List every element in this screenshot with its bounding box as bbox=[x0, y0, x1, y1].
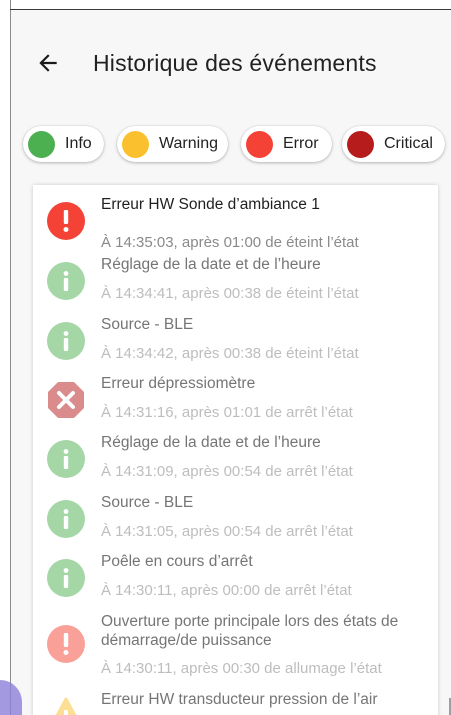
info-color-dot bbox=[28, 130, 55, 158]
exclamation-icon bbox=[46, 624, 86, 664]
event-time: À 14:31:09, après 00:54 de arrêt l’état bbox=[101, 463, 353, 480]
app-bar: Historique des événements bbox=[11, 10, 451, 120]
error-color-dot bbox=[246, 130, 273, 158]
event-title: Réglage de la date et de l’heure bbox=[101, 434, 321, 451]
event-title: Erreur HW transducteur pression de l’air bbox=[101, 691, 378, 708]
info-icon bbox=[46, 439, 86, 479]
exclamation-icon bbox=[46, 201, 86, 241]
warning-color-dot bbox=[122, 130, 149, 158]
event-time: À 14:35:03, après 01:00 de éteint l’état bbox=[101, 234, 359, 251]
event-time: À 14:30:11, après 00:30 de allumage l’ét… bbox=[101, 660, 382, 677]
event-time: À 14:34:41, après 00:38 de éteint l’état bbox=[101, 285, 359, 302]
event-title: Source - BLE bbox=[101, 494, 194, 511]
event-title: Ouverture porte principale lors des état… bbox=[101, 613, 399, 649]
info-icon bbox=[46, 499, 86, 539]
event-time: À 14:31:16, après 01:01 de arrêt l’état bbox=[101, 404, 353, 421]
filter-chip-info[interactable]: Info bbox=[23, 126, 104, 162]
filter-chip-warning[interactable]: Warning bbox=[117, 126, 228, 162]
screen: Historique des événements Info Warning E… bbox=[0, 0, 451, 715]
warning-icon bbox=[46, 696, 86, 715]
arrow-left-icon bbox=[39, 54, 57, 72]
filter-chip-label: Error bbox=[283, 135, 319, 152]
info-icon bbox=[46, 261, 86, 301]
event-title: Erreur HW Sonde d’ambiance 1 bbox=[101, 196, 320, 213]
filter-chip-critical[interactable]: Critical bbox=[342, 126, 445, 162]
critical-color-dot bbox=[347, 130, 374, 158]
filter-chip-label: Warning bbox=[159, 135, 218, 152]
event-title: Erreur dépressiomètre bbox=[101, 375, 256, 392]
back-button[interactable] bbox=[33, 48, 63, 78]
app-container: Historique des événements Info Warning E… bbox=[11, 10, 451, 715]
page-title: Historique des événements bbox=[93, 50, 377, 76]
filter-chip-label: Critical bbox=[384, 135, 433, 152]
info-icon bbox=[46, 558, 86, 598]
filter-chip-label: Info bbox=[65, 135, 92, 152]
event-title: Poêle en cours d’arrêt bbox=[101, 553, 253, 570]
event-time: À 14:34:42, après 00:38 de éteint l’état bbox=[101, 345, 359, 362]
filter-chip-error[interactable]: Error bbox=[241, 126, 332, 162]
event-time: À 14:31:05, après 00:54 de arrêt l’état bbox=[101, 523, 353, 540]
severity-filter-chips: Info Warning Error Critical bbox=[23, 126, 451, 164]
info-icon bbox=[46, 321, 86, 361]
events-list[interactable]: Erreur HW Sonde d’ambiance 1 À 14:35:03,… bbox=[33, 185, 438, 715]
event-time: À 14:30:11, après 00:00 de arrêt l’état bbox=[101, 582, 352, 599]
event-title: Source - BLE bbox=[101, 316, 194, 333]
event-title: Réglage de la date et de l’heure bbox=[101, 256, 321, 273]
close-icon bbox=[46, 380, 86, 420]
